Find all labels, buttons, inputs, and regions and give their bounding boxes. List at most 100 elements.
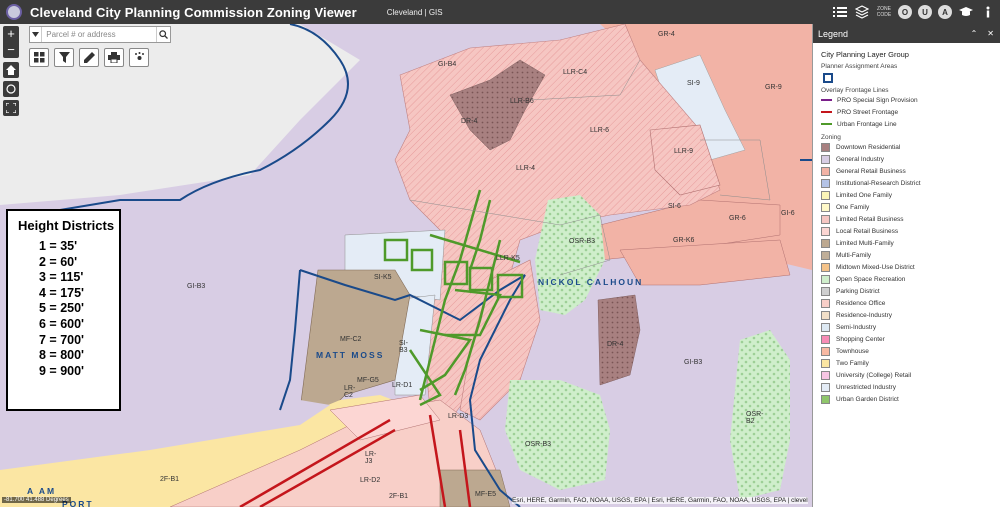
search-source-dropdown[interactable] [30, 27, 43, 42]
zone-label: OSR-B3 [525, 441, 552, 448]
zone-label: DR-4 [607, 341, 624, 348]
search-button[interactable] [156, 27, 170, 42]
header-button-o[interactable]: O [898, 5, 912, 19]
layers-icon[interactable] [854, 4, 870, 20]
zone-label: LLR-B6 [510, 98, 534, 105]
legend-item-label: Midtown Mixed-Use District [836, 263, 915, 271]
legend-zoning-item: Midtown Mixed-Use District [821, 261, 1000, 273]
legend-line-swatch [821, 111, 832, 113]
legend-item-label: Townhouse [836, 347, 869, 355]
legend-body: City Planning Layer Group Planner Assign… [813, 43, 1000, 405]
legend-zoning-item: One Family [821, 201, 1000, 213]
legend-item-label: Urban Frontage Line [837, 120, 897, 128]
home-icon [6, 65, 16, 75]
legend-item-label: Open Space Recreation [836, 275, 906, 283]
zoom-controls: + − [3, 26, 19, 58]
app-header: Cleveland City Planning Commission Zonin… [0, 0, 1000, 24]
coordinate-readout: -81.700 41.488 Degrees [2, 497, 71, 503]
legend-color-swatch [821, 358, 830, 368]
legend-item-label: Two Family [836, 359, 869, 367]
zone-label: LLR-6 [590, 127, 610, 134]
legend-color-swatch [821, 178, 830, 188]
legend-item-label: One Family [836, 203, 870, 211]
legend-overlay-item: Urban Frontage Line [821, 118, 1000, 130]
close-icon[interactable]: ✕ [987, 29, 994, 38]
print-button[interactable] [104, 48, 124, 67]
legend-item-label: Institutional-Research District [836, 179, 921, 187]
legend-zoning-item: Residence-Industry [821, 309, 1000, 321]
app-subtitle: Cleveland | GIS [386, 7, 443, 17]
measure-button[interactable] [129, 48, 149, 67]
basemap-gallery-button[interactable] [29, 48, 49, 67]
zone-label: LLR-4 [516, 165, 536, 172]
draw-button[interactable] [79, 48, 99, 67]
height-district-row: 2 = 60' [39, 254, 78, 269]
legend-color-swatch [821, 262, 830, 272]
zone-label: LR-D1 [392, 382, 413, 389]
info-icon[interactable] [980, 4, 996, 20]
legend-item-label: General Industry [836, 155, 885, 163]
list-icon[interactable] [832, 4, 848, 20]
zone-code-button[interactable]: ZONE CODE [876, 4, 892, 20]
zone-label: SI-6 [668, 203, 681, 210]
legend-zoning-item: Open Space Recreation [821, 273, 1000, 285]
legend-planner-label: Planner Assignment Areas [821, 63, 898, 70]
zone-label: OSR-B3 [569, 238, 596, 245]
zone-label: GI-B3 [187, 283, 206, 290]
fullscreen-button[interactable] [3, 100, 19, 116]
legend-color-swatch [821, 142, 830, 152]
zone-label: GR-4 [658, 31, 675, 38]
zone-label: MF-E5 [475, 491, 496, 498]
locate-button[interactable] [3, 81, 19, 97]
zone-label: SI-K5 [374, 274, 392, 281]
legend-item-label: Residence Office [836, 299, 886, 307]
zone-label: LR-J3 [365, 451, 377, 465]
legend-zoning-item: Parking District [821, 285, 1000, 297]
legend-item-label: University (College) Retail [836, 371, 912, 379]
zone-label: LR-D3 [448, 413, 469, 420]
zone-label: DR-4 [461, 118, 478, 125]
legend-color-swatch [821, 202, 830, 212]
legend-zoning-label: Zoning [821, 134, 841, 141]
legend-overlay-item: PRO Street Frontage [821, 106, 1000, 118]
street-label: NICKOL CALHOUN [538, 277, 644, 287]
zone-label: LLR-C4 [563, 69, 588, 76]
legend-item-label: PRO Street Frontage [837, 108, 899, 116]
legend-item-label: Semi-Industry [836, 323, 877, 331]
zoom-in-button[interactable]: + [3, 26, 19, 42]
header-button-u[interactable]: U [918, 5, 932, 19]
legend-item-label: Urban Garden District [836, 395, 899, 403]
map-view[interactable]: GI-B4 LLR-C4 GR-4 SI-9 GR-9 LLR-B6 DR-4 … [0, 24, 812, 507]
zone-label: 2F-B1 [389, 493, 409, 500]
legend-color-swatch [821, 238, 830, 248]
search-input[interactable] [42, 27, 157, 42]
zone-label: MF-C2 [340, 336, 362, 343]
street-label: MATT MOSS [316, 350, 385, 360]
legend-color-swatch [821, 370, 830, 380]
legend-zoning-item: Local Retail Business [821, 225, 1000, 237]
city-seal-logo [6, 4, 22, 20]
legend-title: Legend [818, 28, 849, 39]
graduation-cap-icon[interactable] [958, 4, 974, 20]
zoom-out-button[interactable]: − [3, 42, 19, 58]
collapse-icon[interactable]: ⌃ [971, 29, 978, 38]
zone-label: GI-B4 [438, 61, 457, 68]
legend-item-label: Residence-Industry [836, 311, 892, 319]
legend-zoning-item: Institutional-Research District [821, 177, 1000, 189]
grid-icon [33, 52, 44, 63]
pointer-icon [134, 52, 144, 60]
legend-line-swatch [821, 99, 832, 101]
legend-item-label: Unrestricted Industry [836, 383, 896, 391]
filter-button[interactable] [54, 48, 74, 67]
height-district-row: 5 = 250' [39, 301, 85, 316]
street-label: A AM [27, 486, 57, 496]
header-button-a[interactable]: A [938, 5, 952, 19]
zoning-map-canvas [0, 24, 812, 507]
legend-item-label: Limited Multi-Family [836, 239, 894, 247]
home-button[interactable] [3, 62, 19, 78]
legend-color-swatch [821, 250, 830, 260]
zone-label: OSR-B2 [746, 411, 764, 425]
legend-color-swatch [821, 226, 830, 236]
zone-label: LLR-9 [674, 148, 694, 155]
legend-color-swatch [821, 298, 830, 308]
